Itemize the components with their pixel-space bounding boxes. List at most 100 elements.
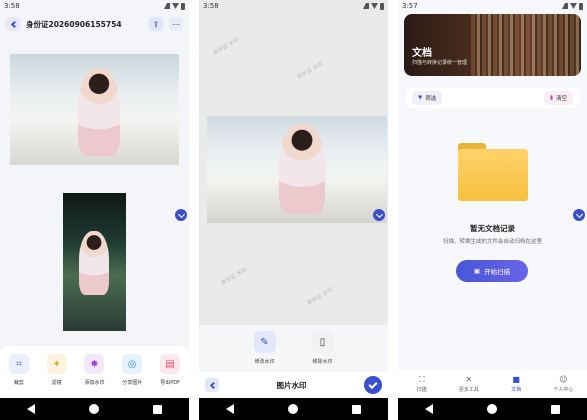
bookshelf-illustration [471, 14, 581, 76]
share-icon: ◎ [122, 354, 143, 374]
system-nav-bar [0, 398, 189, 420]
documents-banner: 文档 扫描与转换记录统一管理 [404, 14, 581, 76]
filter-button[interactable]: ✦ 滤镜 [41, 354, 73, 386]
pdf-icon: ▤ [160, 354, 181, 374]
edit-toolbar: ⌗ 裁剪 ✦ 滤镜 ✸ 添加水印 ◎ 分享图片 ▤ 导出PDF [0, 346, 189, 398]
edit-watermark-label: 修改水印 [254, 359, 275, 365]
nav-home-icon[interactable] [487, 404, 497, 414]
status-time: 3:58 [203, 2, 219, 10]
watermark-icon: ✸ [84, 354, 105, 374]
filter-label: 滤镜 [51, 380, 62, 386]
status-time: 3:58 [4, 2, 20, 10]
edit-watermark-button[interactable]: ✎ 修改水印 [253, 331, 276, 372]
export-pdf-label: 导出PDF [160, 380, 180, 386]
crop-button[interactable]: ⌗ 裁剪 [3, 354, 35, 386]
clear-label: 清空 [555, 96, 567, 102]
magic-wand-icon: ✦ [46, 354, 67, 374]
page-title: 身份证20260906155754 [26, 19, 122, 29]
more-button[interactable]: ⋯ [169, 17, 183, 31]
nav-recent-icon[interactable] [153, 404, 162, 414]
tab-profile[interactable]: ☺ 个人中心 [543, 375, 583, 393]
system-nav-bar [398, 398, 587, 420]
clear-button[interactable]: ▮ 清空 [543, 91, 573, 105]
nav-recent-icon[interactable] [551, 404, 560, 414]
export-button[interactable]: ⇪ [149, 17, 163, 31]
filter-bar: ▼ 筛选 ▮ 清空 [406, 88, 579, 108]
add-watermark-label: 添加水印 [84, 380, 105, 386]
back-button[interactable] [205, 378, 219, 392]
tab-label: 扫描 [416, 387, 427, 393]
banner-title: 文档 [412, 48, 432, 59]
nav-recent-icon[interactable] [352, 404, 361, 414]
scroll-down-button[interactable] [373, 209, 385, 221]
share-image-button[interactable]: ◎ 分享图片 [116, 354, 148, 386]
chevron-left-icon [209, 381, 217, 389]
folder-icon: ■ [512, 375, 520, 384]
tab-label: 个人中心 [553, 387, 574, 393]
signal-icon [562, 3, 568, 9]
pen-icon: ✎ [253, 331, 276, 353]
filter-icon: ▼ [418, 95, 423, 101]
header: 身份证20260906155754 ⇪ ⋯ [0, 12, 189, 36]
status-icons [164, 2, 185, 10]
status-icons [363, 2, 384, 10]
document-image-front[interactable] [10, 54, 179, 165]
share-image-label: 分享图片 [122, 380, 143, 386]
document-image-back[interactable] [63, 193, 126, 331]
tab-scan[interactable]: ⛶ 扫描 [402, 375, 442, 393]
empty-state-subtitle: 扫描、转换生成的文件会自动归档在这里 [442, 239, 542, 245]
tab-label: 文档 [511, 387, 522, 393]
filter-button[interactable]: ▼ 筛选 [412, 91, 443, 105]
watermark-screen: 3:58 身份证 水印 身份证 水印 身份证 水印 身份证 水印 ✎ 修改水印 … [199, 0, 388, 420]
tab-label: 更多工具 [458, 387, 479, 393]
signal-icon [363, 3, 369, 9]
watermark-tools: ✎ 修改水印 ▯ 移除水印 [199, 325, 388, 372]
battery-icon [579, 2, 583, 10]
trash-icon: ▯ [311, 331, 334, 353]
scroll-down-button[interactable] [175, 209, 187, 221]
wifi-icon [172, 3, 179, 9]
document-detail-screen: 3:58 身份证20260906155754 ⇪ ⋯ ⌗ 裁剪 ✦ 滤镜 ✸ 添… [0, 0, 189, 420]
tools-icon: ✕ [465, 375, 473, 384]
start-scan-label: 开始扫描 [484, 268, 511, 276]
more-icon: ⋯ [172, 19, 180, 29]
nav-back-icon[interactable] [27, 404, 35, 414]
confirm-button[interactable] [364, 376, 382, 394]
scroll-down-button[interactable] [573, 209, 585, 221]
start-scan-button[interactable]: ▣ 开始扫描 [456, 260, 528, 282]
watermark-text: 身份证 水印 [305, 286, 335, 307]
tab-more-tools[interactable]: ✕ 更多工具 [449, 375, 489, 393]
nav-back-icon[interactable] [425, 404, 433, 414]
remove-watermark-label: 移除水印 [312, 359, 333, 365]
person-figure [78, 68, 120, 156]
status-bar: 3:58 [0, 0, 189, 12]
status-icons [562, 2, 583, 10]
bottom-header: 图片水印 [199, 372, 388, 398]
trash-icon: ▮ [549, 95, 553, 101]
nav-back-icon[interactable] [226, 404, 234, 414]
wifi-icon [570, 3, 577, 9]
documents-screen: 3:57 文档 扫描与转换记录统一管理 ▼ 筛选 ▮ 清空 暂无文档记录 扫描、转换… [398, 0, 587, 420]
folder-icon [458, 143, 528, 201]
page-title: 图片水印 [276, 380, 307, 390]
wifi-icon [371, 3, 378, 9]
export-pdf-button[interactable]: ▤ 导出PDF [154, 354, 186, 386]
watermark-preview-image [207, 116, 387, 223]
remove-watermark-button[interactable]: ▯ 移除水印 [311, 331, 334, 372]
person-figure [279, 124, 325, 214]
back-button[interactable] [6, 17, 20, 31]
bottom-tab-bar: ⛶ 扫描 ✕ 更多工具 ■ 文档 ☺ 个人中心 [398, 370, 587, 398]
banner-subtitle: 扫描与转换记录统一管理 [412, 60, 468, 66]
chevron-left-icon [10, 20, 18, 28]
crop-icon: ⌗ [8, 354, 29, 374]
battery-icon [181, 2, 185, 10]
tab-documents[interactable]: ■ 文档 [496, 375, 536, 393]
scan-icon: ⛶ [418, 375, 425, 384]
filter-label: 筛选 [425, 96, 437, 102]
nav-home-icon[interactable] [288, 404, 298, 414]
add-watermark-button[interactable]: ✸ 添加水印 [78, 354, 110, 386]
nav-home-icon[interactable] [89, 404, 99, 414]
status-bar: 3:57 [398, 0, 587, 12]
status-bar: 3:58 [199, 0, 388, 12]
watermark-text: 身份证 水印 [219, 266, 249, 287]
